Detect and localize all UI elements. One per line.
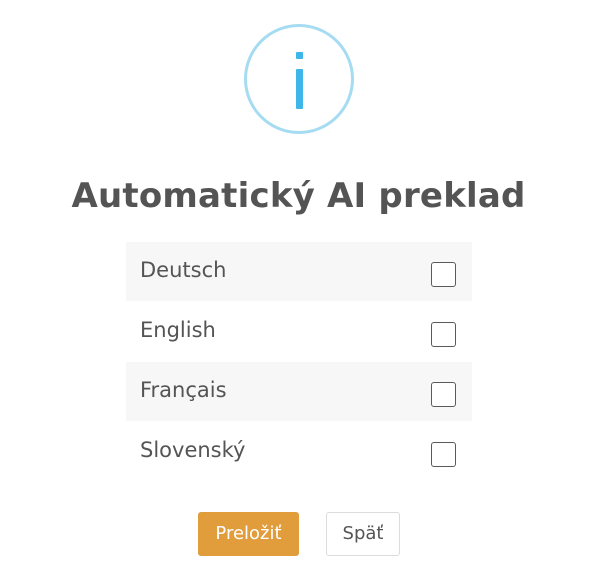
language-checkbox-deutsch[interactable]	[431, 262, 456, 287]
language-label: Slovenský	[140, 438, 246, 462]
dialog-title: Automatický AI preklad	[71, 176, 526, 216]
language-checkbox-francais[interactable]	[431, 382, 456, 407]
language-label: Deutsch	[140, 258, 227, 282]
language-label: English	[140, 318, 216, 342]
language-checkbox-english[interactable]	[431, 322, 456, 347]
info-icon-stem	[296, 69, 303, 109]
back-button[interactable]: Späť	[326, 512, 400, 556]
language-checkbox-slovensky[interactable]	[431, 442, 456, 467]
info-icon-dot	[296, 52, 303, 59]
language-label: Français	[140, 378, 227, 402]
language-option-slovensky[interactable]: Slovenský	[126, 422, 472, 481]
translate-button[interactable]: Preložiť	[198, 512, 299, 556]
language-option-deutsch[interactable]: Deutsch	[126, 242, 472, 301]
language-option-francais[interactable]: Français	[126, 362, 472, 421]
language-option-english[interactable]: English	[126, 302, 472, 361]
language-list: Deutsch English Français Slovenský	[126, 242, 472, 482]
info-icon	[244, 24, 354, 134]
translate-dialog: Automatický AI preklad Deutsch English F…	[0, 0, 611, 574]
